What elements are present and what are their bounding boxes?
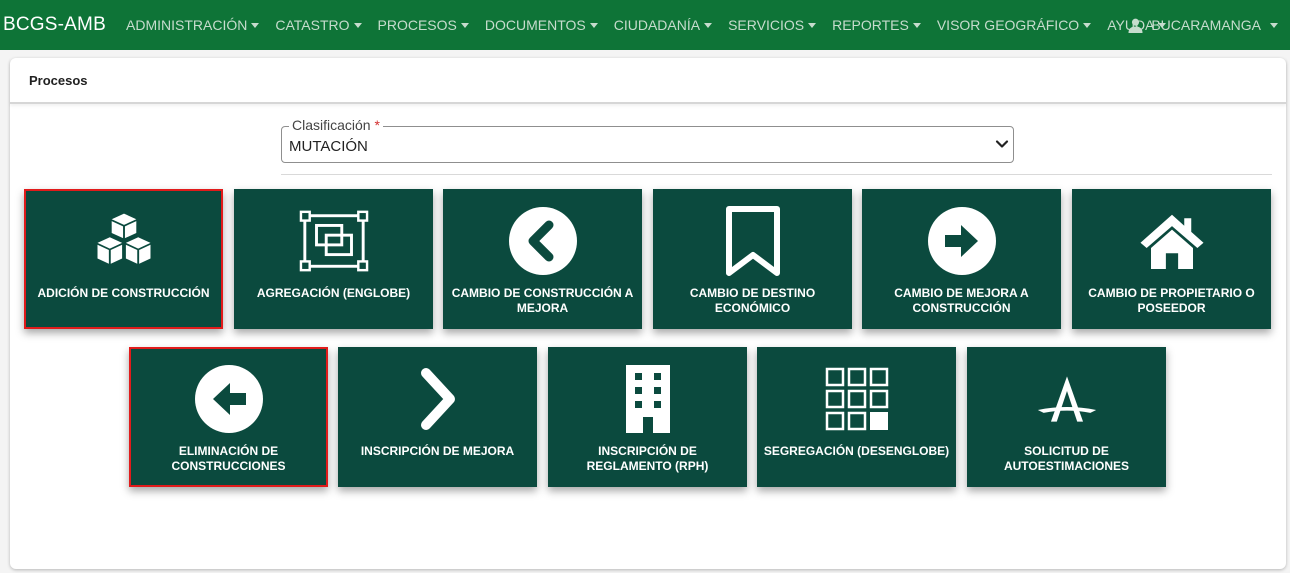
- tile-label: CAMBIO DE PROPIETARIO O POSEEDOR: [1088, 286, 1255, 315]
- menu-label: PROCESOS: [377, 17, 457, 33]
- main-menu: ADMINISTRACIÓN CATASTRO PROCESOS DOCUMEN…: [118, 0, 1174, 50]
- classification-select[interactable]: Clasificación * MUTACIÓN: [281, 117, 1014, 163]
- caret-down-icon: [353, 22, 362, 28]
- menu-label: SERVICIOS: [728, 17, 805, 33]
- menu-catastro[interactable]: CATASTRO: [267, 17, 369, 33]
- card-header: Procesos: [10, 58, 1286, 104]
- caret-down-icon: [1083, 22, 1092, 28]
- menu-label: ADMINISTRACIÓN: [126, 17, 248, 33]
- tile-solicitud-autoestimaciones[interactable]: SOLICITUD DE AUTOESTIMACIONES: [967, 347, 1166, 487]
- tile-inscripcion-reglamento[interactable]: INSCRIPCIÓN DE REGLAMENTO (RPH): [548, 347, 747, 487]
- caret-down-icon: [251, 22, 260, 28]
- building-icon: [613, 364, 683, 434]
- tile-inscripcion-mejora[interactable]: INSCRIPCIÓN DE MEJORA: [338, 347, 537, 487]
- menu-label: CATASTRO: [275, 17, 350, 33]
- bookmark-icon: [718, 206, 788, 276]
- caret-down-icon: [912, 22, 921, 28]
- tile-cambio-mejora-construccion[interactable]: CAMBIO DE MEJORA A CONSTRUCCIÓN: [862, 189, 1061, 329]
- classification-value: MUTACIÓN: [289, 138, 368, 155]
- menu-procesos[interactable]: PROCESOS: [370, 17, 477, 33]
- tile-label: SOLICITUD DE AUTOESTIMACIONES: [1003, 444, 1130, 473]
- tile-label: INSCRIPCIÓN DE REGLAMENTO (RPH): [586, 444, 709, 473]
- required-mark: *: [374, 117, 380, 133]
- autoestimacion-logo-icon: [1032, 364, 1102, 434]
- menu-ciudadania[interactable]: CIUDADANÍA: [606, 17, 720, 33]
- object-group-icon: [299, 206, 369, 276]
- tile-agregacion-englobe[interactable]: AGREGACIÓN (ENGLOBE): [234, 189, 433, 329]
- chevron-left-circle-icon: [508, 206, 578, 276]
- menu-documentos[interactable]: DOCUMENTOS: [477, 17, 606, 33]
- arrow-left-circle-icon: [194, 364, 264, 434]
- brand[interactable]: BCGS-AMB: [0, 14, 118, 36]
- tile-label: INSCRIPCIÓN DE MEJORA: [360, 444, 515, 458]
- tile-label: ADICIÓN DE CONSTRUCCIÓN: [37, 286, 210, 300]
- home-icon: [1137, 206, 1207, 276]
- tile-label: ELIMINACIÓN DE CONSTRUCCIONES: [171, 444, 286, 473]
- grid-icon: [822, 364, 892, 434]
- menu-label: VISOR GEOGRÁFICO: [936, 17, 1080, 33]
- chevron-down-icon: [995, 140, 1009, 148]
- tile-label: CAMBIO DE MEJORA A CONSTRUCCIÓN: [894, 286, 1029, 315]
- user-icon: [1128, 18, 1143, 33]
- user-menu[interactable]: BUCARAMANGA: [1128, 0, 1278, 50]
- menu-administracion[interactable]: ADMINISTRACIÓN: [118, 17, 267, 33]
- tile-cambio-destino-economico[interactable]: CAMBIO DE DESTINO ECONÓMICO: [653, 189, 852, 329]
- cubes-icon: [89, 206, 159, 276]
- tile-cambio-construccion-mejora[interactable]: CAMBIO DE CONSTRUCCIÓN A MEJORA: [443, 189, 642, 329]
- caret-down-icon: [460, 22, 469, 28]
- tile-adicion-construccion[interactable]: ADICIÓN DE CONSTRUCCIÓN: [24, 189, 223, 329]
- tile-label: CAMBIO DE CONSTRUCCIÓN A MEJORA: [451, 286, 634, 315]
- classification-label: Clasificación *: [289, 117, 383, 133]
- tile-cambio-propietario[interactable]: CAMBIO DE PROPIETARIO O POSEEDOR: [1072, 189, 1271, 329]
- tile-label: AGREGACIÓN (ENGLOBE): [256, 286, 411, 300]
- caret-down-icon: [808, 22, 817, 28]
- arrow-right-circle-icon: [927, 206, 997, 276]
- caret-down-icon: [589, 22, 598, 28]
- menu-servicios[interactable]: SERVICIOS: [720, 17, 824, 33]
- tile-label: SEGREGACIÓN (DESENGLOBE): [763, 444, 950, 458]
- divider: [281, 174, 1272, 175]
- menu-label: DOCUMENTOS: [484, 17, 586, 33]
- tile-segregacion-desenglobe[interactable]: SEGREGACIÓN (DESENGLOBE): [757, 347, 956, 487]
- chevron-right-icon: [403, 364, 473, 434]
- menu-visor-geografico[interactable]: VISOR GEOGRÁFICO: [929, 17, 1099, 33]
- caret-down-icon: [1270, 22, 1278, 28]
- page-title: Procesos: [29, 72, 88, 88]
- processes-card: Procesos Clasificación * MUTACIÓN ADICIÓ…: [10, 58, 1286, 569]
- user-name: BUCARAMANGA: [1151, 17, 1261, 33]
- classification-label-text: Clasificación: [292, 117, 371, 133]
- menu-label: REPORTES: [832, 17, 909, 33]
- caret-down-icon: [704, 22, 713, 28]
- tile-eliminacion-construcciones[interactable]: ELIMINACIÓN DE CONSTRUCCIONES: [129, 347, 328, 487]
- menu-label: CIUDADANÍA: [613, 17, 701, 33]
- tile-label: CAMBIO DE DESTINO ECONÓMICO: [689, 286, 816, 315]
- menu-reportes[interactable]: REPORTES: [824, 17, 929, 33]
- top-navbar: BCGS-AMB ADMINISTRACIÓN CATASTRO PROCESO…: [0, 0, 1290, 50]
